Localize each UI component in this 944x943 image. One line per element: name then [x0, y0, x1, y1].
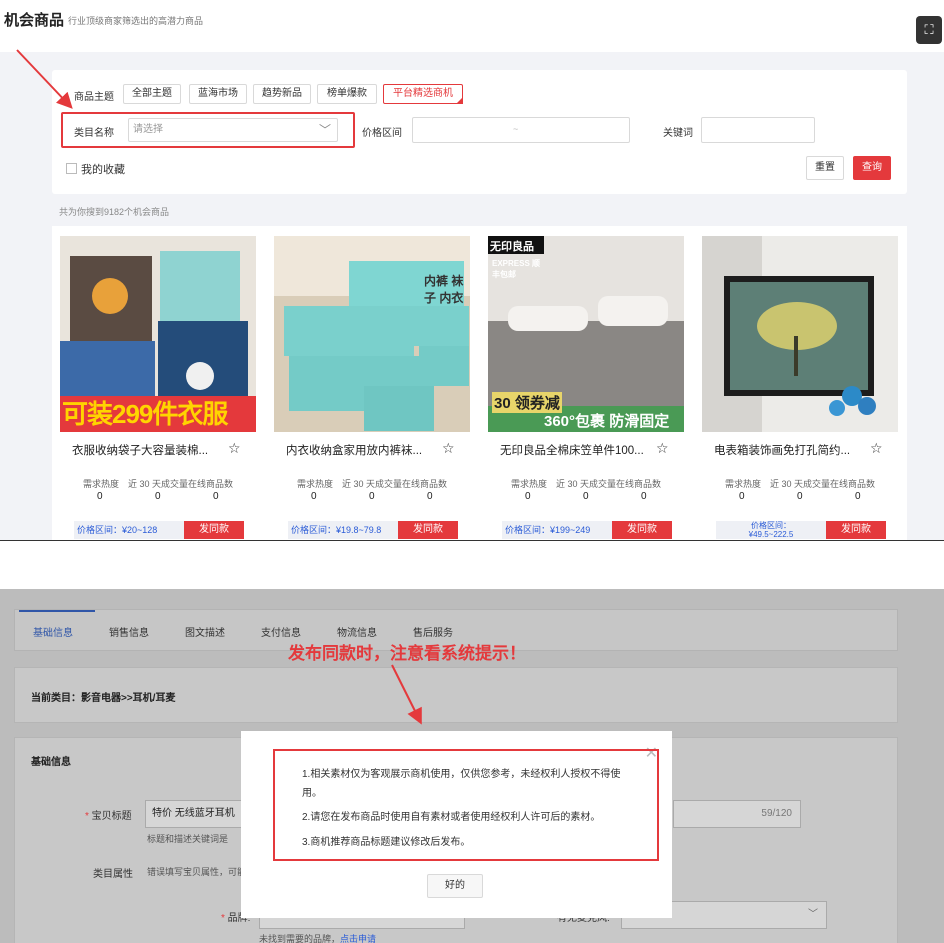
product-image-caption: 内裤 袜子 内衣	[424, 274, 464, 305]
product-image-caption: 可装299件衣服	[62, 399, 228, 429]
star-icon[interactable]: ☆	[228, 440, 241, 457]
current-category: 当前类目：影音电器>>耳机/耳麦	[31, 693, 176, 704]
price-range-label: 价格区间：	[751, 521, 791, 530]
demand-value: 0	[311, 491, 317, 502]
stat-labels: 需求热度 近 30 天成交量在线商品数	[510, 479, 661, 489]
notice-highlight-annotation: 1.相关素材仅为客观展示商机使用，仅供您参考，未经权利人授权不得使 用。 2.请…	[273, 749, 659, 861]
system-notice-dialog: ✕ 1.相关素材仅为客观展示商机使用，仅供您参考，未经权利人授权不得使 用。 2…	[241, 731, 672, 918]
tab-basic-info[interactable]: 基础信息	[33, 624, 73, 639]
publish-same-button[interactable]: 发同款	[612, 521, 672, 539]
online-value: 0	[213, 491, 219, 502]
product-title[interactable]: 内衣收纳盒家用放内裤袜...	[286, 442, 436, 458]
attributes-label: 类目属性	[93, 869, 133, 880]
star-icon[interactable]: ☆	[870, 440, 883, 457]
star-icon[interactable]: ☆	[656, 440, 669, 457]
stat-labels: 需求热度 近 30 天成交量在线商品数	[724, 479, 875, 489]
price-range: 价格区间： ¥49.5~222.5	[716, 521, 826, 539]
opportunity-products-panel: 机会商品 行业顶级商家筛选出的高潜力商品 ⛶ 商品主题 全部主题 蓝海市场 趋势…	[0, 0, 944, 541]
online-value: 0	[855, 491, 861, 502]
product-image-caption: 360°包裹 防滑固定	[544, 413, 670, 430]
price-range: 价格区间：¥19.8~79.8	[288, 521, 398, 539]
publish-same-button[interactable]: 发同款	[184, 521, 244, 539]
notice-line-1: 1.相关素材仅为客观展示商机使用，仅供您参考，未经权利人授权不得使	[302, 769, 621, 780]
current-category-section: 当前类目：影音电器>>耳机/耳麦	[14, 667, 898, 723]
price-range: 价格区间：¥199~249	[502, 521, 612, 539]
product-title[interactable]: 电表箱装饰画免打孔简约...	[714, 442, 864, 458]
apply-brand-link[interactable]: 点击申请	[340, 934, 376, 943]
product-card[interactable]: 可装299件衣服 衣服收纳袋子大容量装棉... ☆ 需求热度 近 30 天成交量…	[60, 236, 256, 541]
product-image[interactable]: 内裤 袜子 内衣	[274, 236, 470, 432]
notice-line-1-end: 用。	[302, 788, 322, 799]
product-grid: 可装299件衣服 衣服收纳袋子大容量装棉... ☆ 需求热度 近 30 天成交量…	[52, 226, 907, 541]
tab-sales-info[interactable]: 销售信息	[109, 624, 149, 639]
publish-same-button[interactable]: 发同款	[826, 521, 886, 539]
price-range: 价格区间：¥20~128	[74, 521, 184, 539]
tab-after-sales[interactable]: 售后服务	[413, 624, 453, 639]
price-range-value: ¥49.5~222.5	[748, 530, 794, 539]
annotation-arrow	[16, 49, 73, 109]
product-title[interactable]: 衣服收纳袋子大容量装棉...	[72, 442, 222, 458]
sales-value: 0	[369, 491, 375, 502]
star-icon[interactable]: ☆	[442, 440, 455, 457]
title-count: 59/120	[673, 800, 801, 828]
title-hint: 标题和描述关键词是	[147, 834, 229, 844]
title-field-label: * 宝贝标题	[85, 811, 132, 822]
product-card[interactable]: 内裤 袜子 内衣 内衣收纳盒家用放内裤袜... ☆ 需求热度 近 30 天成交量…	[274, 236, 470, 541]
notice-line-2: 2.请您在发布商品时使用自有素材或者使用经权利人许可后的素材。	[302, 812, 601, 823]
active-tab-indicator	[19, 610, 95, 612]
brand-label: 无印良品	[490, 241, 534, 253]
ok-button[interactable]: 好的	[427, 874, 483, 898]
sales-value: 0	[155, 491, 161, 502]
sales-value: 0	[583, 491, 589, 502]
demand-value: 0	[739, 491, 745, 502]
publish-form-panel: 基础信息 销售信息 图文描述 支付信息 物流信息 售后服务 当前类目：影音电器>…	[0, 541, 944, 943]
result-count: 共为你搜到9182个机会商品	[59, 207, 170, 217]
tab-logistics-info[interactable]: 物流信息	[337, 624, 377, 639]
notice-line-3: 3.商机推荐商品标题建议修改后发布。	[302, 837, 471, 848]
chevron-down-icon: ﹀	[808, 909, 818, 920]
product-card[interactable]: 无印良品 EXPRESS 顺丰包邮 30 领券减 360°包裹 防滑固定 无印良…	[488, 236, 684, 541]
tab-description[interactable]: 图文描述	[185, 624, 225, 639]
product-title[interactable]: 无印良品全棉床笠单件100...	[500, 442, 650, 458]
product-image[interactable]	[702, 236, 898, 432]
stat-labels: 需求热度 近 30 天成交量在线商品数	[82, 479, 233, 489]
online-value: 0	[641, 491, 647, 502]
demand-value: 0	[525, 491, 531, 502]
demand-value: 0	[97, 491, 103, 502]
publish-same-button[interactable]: 发同款	[398, 521, 458, 539]
product-card[interactable]: 电表箱装饰画免打孔简约... ☆ 需求热度 近 30 天成交量在线商品数 0 0…	[702, 236, 898, 541]
express-label: EXPRESS 顺丰包邮	[492, 259, 541, 279]
product-image[interactable]: 可装299件衣服	[60, 236, 256, 432]
notice-arrow	[391, 664, 422, 725]
publish-form-overlay: 基础信息 销售信息 图文描述 支付信息 物流信息 售后服务 当前类目：影音电器>…	[0, 589, 944, 943]
brand-hint: 未找到需要的品牌，点击申请	[259, 934, 377, 943]
online-value: 0	[427, 491, 433, 502]
section-title: 基础信息	[31, 757, 71, 768]
product-image[interactable]: 无印良品 EXPRESS 顺丰包邮 30 领券减 360°包裹 防滑固定	[488, 236, 684, 432]
title-input[interactable]: 特价 无线蓝牙耳机	[145, 800, 253, 828]
stat-labels: 需求热度 近 30 天成交量在线商品数	[296, 479, 447, 489]
sales-value: 0	[797, 491, 803, 502]
tab-payment-info[interactable]: 支付信息	[261, 624, 301, 639]
